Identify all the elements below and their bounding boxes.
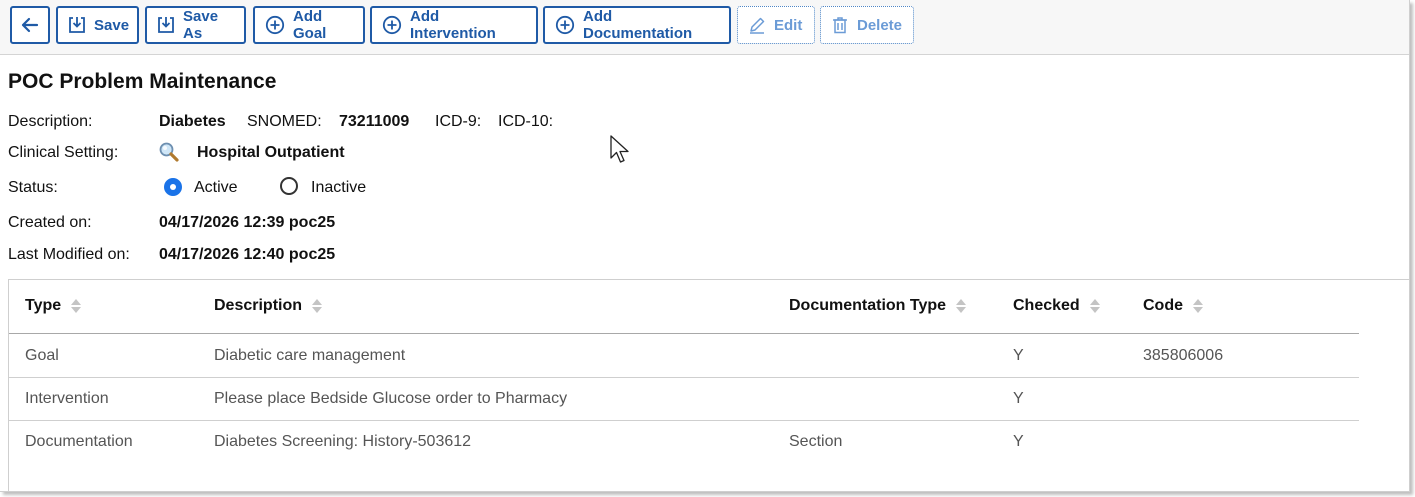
sort-icon[interactable] [1089,298,1100,314]
cell-checked: Y [1013,347,1024,364]
toolbar: Save Save As Add Goal Add Intervention A… [0,0,1409,55]
column-header-label: Documentation Type [789,297,947,314]
sort-icon[interactable] [956,298,967,314]
add-documentation-label: Add Documentation [583,8,693,42]
modified-value: 04/17/2026 12:40 poc25 [159,246,336,263]
arrow-left-icon [21,17,39,33]
add-intervention-button[interactable]: Add Intervention [370,6,538,44]
save-as-button[interactable]: Save As [145,6,246,44]
cell-checked: Y [1013,390,1024,407]
status-inactive-radio[interactable] [280,177,298,195]
cell-type: Goal [25,347,59,364]
back-button[interactable] [10,6,50,44]
clinical-setting-value: Hospital Outpatient [197,144,345,161]
cell-type: Intervention [25,390,109,407]
add-goal-button[interactable]: Add Goal [253,6,365,44]
edit-button[interactable]: Edit [737,6,815,44]
icd10-label: ICD-10: [498,113,554,130]
sort-icon[interactable] [1193,298,1203,314]
pencil-icon [750,17,765,34]
save-label: Save [94,16,130,34]
column-header-description[interactable]: Description [214,297,323,315]
cell-code: 385806006 [1143,347,1224,364]
column-header-type[interactable]: Type [25,297,82,315]
cell-description: Diabetic care management [214,347,406,364]
plus-circle-icon [555,15,575,35]
clinical-setting-label: Clinical Setting: [8,144,119,161]
delete-label: Delete [857,16,903,34]
cell-documentation-type: Section [789,433,843,450]
column-header-label: Description [214,297,303,314]
cell-type: Documentation [25,433,133,450]
row-divider [9,377,1359,378]
header-divider [9,333,1359,334]
magnifier-icon[interactable] [158,141,180,163]
icd9-label: ICD-9: [435,113,482,130]
row-divider [9,420,1359,421]
trash-icon [833,17,847,34]
column-header-label: Code [1143,297,1183,314]
cell-checked: Y [1013,433,1024,450]
created-label: Created on: [8,214,92,231]
delete-button[interactable]: Delete [820,6,914,44]
save-icon [69,17,85,33]
created-value: 04/17/2026 12:39 poc25 [159,214,336,231]
mouse-cursor-icon [610,135,629,163]
add-intervention-label: Add Intervention [410,8,496,42]
description-label: Description: [8,113,93,130]
description-value: Diabetes [159,113,226,130]
add-goal-label: Add Goal [293,8,327,42]
cell-description: Diabetes Screening: History-503612 [214,433,472,450]
save-button[interactable]: Save [56,6,139,44]
column-header-code[interactable]: Code [1143,297,1203,315]
status-inactive-label[interactable]: Inactive [311,179,366,197]
status-label: Status: [8,179,58,196]
column-header-checked[interactable]: Checked [1013,297,1100,315]
status-active-label[interactable]: Active [194,179,238,197]
sort-icon[interactable] [312,298,323,314]
cell-description: Please place Bedside Glucose order to Ph… [214,390,568,407]
column-header-label: Type [25,297,62,314]
snomed-value: 73211009 [339,113,410,130]
modified-label: Last Modified on: [8,246,130,263]
page-title: POC Problem Maintenance [8,70,277,93]
problem-items-table: Type Description Documentation Type Chec… [8,279,1409,491]
save-as-icon [158,17,174,33]
add-documentation-button[interactable]: Add Documentation [543,6,731,44]
column-header-label: Checked [1013,297,1080,314]
plus-circle-icon [265,15,285,35]
sort-icon[interactable] [71,298,82,314]
poc-problem-window: Save Save As Add Goal Add Intervention A… [0,0,1410,492]
save-as-label: Save As [183,8,219,42]
plus-circle-icon [382,15,402,35]
edit-label: Edit [774,16,803,34]
column-header-documentation-type[interactable]: Documentation Type [789,297,967,315]
snomed-label: SNOMED: [247,113,322,130]
status-active-radio[interactable] [164,178,182,196]
